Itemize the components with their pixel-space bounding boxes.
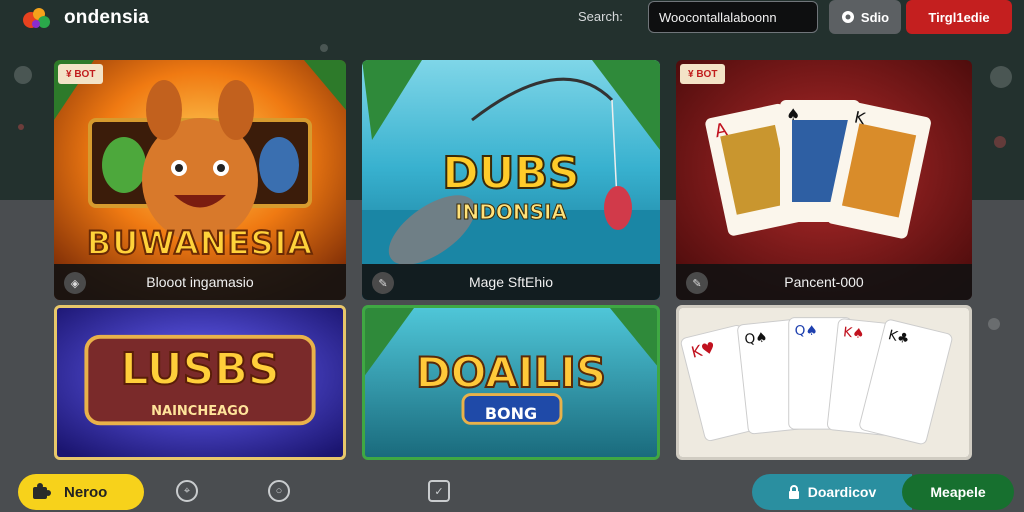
new-games-label: Neroo: [64, 483, 108, 501]
game-art-subtitle: INDONSIA: [455, 200, 568, 225]
edit-icon: ✎: [372, 272, 394, 294]
game-card-dubs[interactable]: DUBS INDONSIA ✎ Mage SftEhio: [362, 60, 660, 300]
manage-button[interactable]: Meapele: [902, 474, 1014, 510]
sub-button-label: Sdio: [860, 9, 890, 25]
svg-text:♠: ♠: [786, 105, 800, 124]
game-card-buwanesia[interactable]: ¥ BOT BUWANESIA ◈ Blooot ingamasio: [54, 60, 346, 300]
brand-name[interactable]: ondensia: [64, 7, 149, 29]
game-card-poker[interactable]: A ♠ K ¥ BOT ✎ Pancent-000: [676, 60, 972, 300]
decor-dot: [18, 124, 24, 130]
game-thumbnail: K♥ Q♠ Q♠ K♠ K♣: [679, 308, 969, 457]
svg-text:Q♠: Q♠: [744, 330, 769, 348]
manage-label: Meapele: [930, 484, 986, 500]
game-card-cards[interactable]: K♥ Q♠ Q♠ K♠ K♣: [676, 305, 972, 460]
puzzle-icon: [33, 483, 51, 499]
svg-text:K♠: K♠: [842, 324, 865, 342]
decor-dot: [320, 44, 328, 52]
search-input[interactable]: [648, 1, 818, 33]
hot-tag: ¥ BOT: [58, 64, 104, 84]
game-caption-bar: ◈ Blooot ingamasio: [54, 264, 346, 300]
search-icon[interactable]: ○: [268, 480, 290, 502]
edit-icon: ✎: [686, 272, 708, 294]
hot-tag: ¥ BOT: [680, 64, 726, 84]
game-art-subtitle: NAINCHEAGO: [151, 404, 249, 419]
sub-button[interactable]: Sdio: [829, 0, 901, 34]
game-card-doailis[interactable]: DOAILIS BONG: [362, 305, 660, 460]
decor-dot: [994, 136, 1006, 148]
game-caption: Mage SftEhio: [468, 274, 554, 290]
new-games-button[interactable]: Neroo: [18, 474, 144, 510]
game-art-title: DOAILIS: [415, 347, 607, 398]
tag-icon: ◈: [64, 272, 86, 294]
game-art-title: DUBS: [441, 147, 580, 200]
game-art-title: BUWANESIA: [86, 223, 314, 263]
svg-text:Q♠: Q♠: [795, 323, 818, 339]
bottom-nav-bar: Neroo ⌖ ○ ✓ Doardicov Meapele: [0, 474, 1024, 512]
history-icon[interactable]: ⌖: [176, 480, 198, 502]
register-button[interactable]: Tirgl1edie: [906, 0, 1012, 34]
chat-icon: [841, 11, 854, 23]
register-button-label: Tirgl1edie: [928, 9, 990, 25]
lock-icon: [788, 485, 799, 499]
game-art-title: LUSBS: [119, 343, 280, 396]
game-caption: Pancent-000: [784, 274, 864, 290]
game-caption-bar: ✎ Pancent-000: [676, 264, 972, 300]
decor-dot: [14, 66, 32, 84]
game-caption-bar: ✎ Mage SftEhio: [362, 264, 660, 300]
game-caption: Blooot ingamasio: [146, 274, 254, 290]
decor-dot: [990, 66, 1012, 88]
decor-dot: [988, 318, 1000, 330]
top-header: ondensia Search: Sdio Tirgl1edie: [0, 0, 1024, 36]
download-button[interactable]: Doardicov: [752, 474, 912, 510]
download-label: Doardicov: [807, 484, 877, 500]
search-label: Search:: [578, 9, 623, 24]
brand-logo-icon[interactable]: [22, 4, 52, 32]
game-card-lusbs[interactable]: LUSBS NAINCHEAGO: [54, 305, 346, 460]
shield-icon[interactable]: ✓: [428, 480, 450, 502]
game-art-subtitle: BONG: [484, 404, 538, 423]
